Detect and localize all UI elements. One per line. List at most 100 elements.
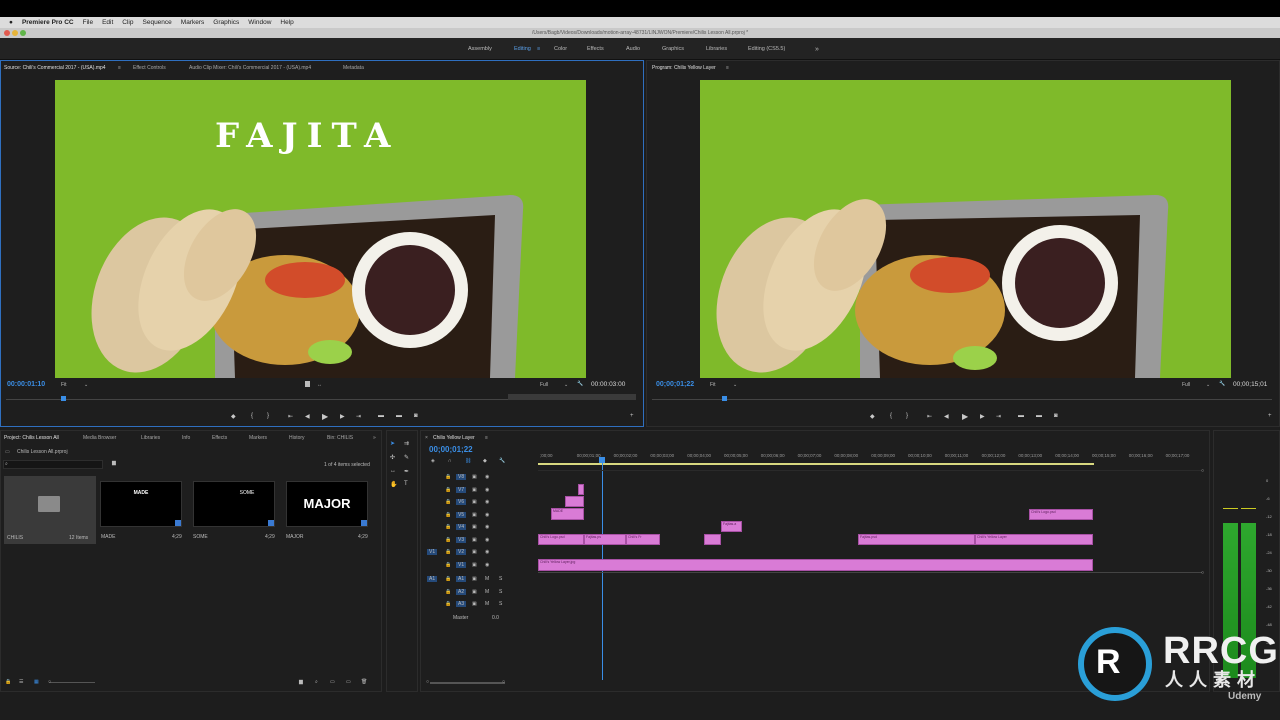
eye-icon[interactable]: ◉: [485, 474, 489, 480]
solo-button[interactable]: S: [499, 589, 502, 595]
hand-tool-icon[interactable]: ✋: [390, 481, 397, 488]
project-item-chilis-bin[interactable]: CHILIS 12 Items: [4, 476, 96, 544]
sync-lock-icon[interactable]: ▣: [472, 562, 477, 568]
solo-button[interactable]: S: [499, 576, 502, 582]
menu-clip[interactable]: Clip: [122, 19, 133, 26]
slider-handle-icon[interactable]: ○: [48, 679, 51, 685]
tab-effects[interactable]: Effects: [212, 435, 227, 441]
tab-history[interactable]: History: [289, 435, 305, 441]
go-to-out-icon[interactable]: ⇥: [356, 413, 361, 420]
chevron-down-icon[interactable]: ⌄: [564, 382, 568, 388]
scroll-handle-icon[interactable]: ○: [1201, 570, 1204, 576]
lock-track-icon[interactable]: 🔒: [445, 589, 451, 595]
find-icon[interactable]: ⌕: [315, 679, 318, 685]
clip-chilis-fr-v3[interactable]: Chili's Fr: [626, 534, 660, 545]
eye-icon[interactable]: ◉: [485, 549, 489, 555]
eye-icon[interactable]: ◉: [485, 512, 489, 518]
lock-track-icon[interactable]: 🔒: [445, 499, 451, 505]
step-forward-icon[interactable]: ▶: [340, 413, 345, 420]
play-icon[interactable]: ▶: [322, 412, 328, 421]
menu-edit[interactable]: Edit: [102, 19, 113, 26]
eye-icon[interactable]: ◉: [485, 562, 489, 568]
work-area-bar[interactable]: [538, 463, 1094, 465]
workspace-audio[interactable]: Audio: [626, 46, 640, 52]
icon-view-icon[interactable]: ▦: [34, 679, 39, 685]
slip-tool-icon[interactable]: ↔: [390, 468, 396, 474]
menu-icon[interactable]: ≡: [118, 65, 121, 71]
type-tool-icon[interactable]: T: [404, 481, 408, 487]
nest-icon[interactable]: ◈: [431, 458, 435, 464]
source-playhead[interactable]: [61, 396, 66, 401]
chevron-down-icon[interactable]: ⌄: [1206, 382, 1210, 388]
razor-tool-icon[interactable]: ✎: [404, 454, 409, 461]
menu-icon[interactable]: ≡: [485, 435, 488, 441]
workspace-editing[interactable]: Editing: [514, 46, 531, 52]
master-volume[interactable]: 0.0: [492, 615, 499, 621]
timeline-vscroll[interactable]: [1200, 466, 1205, 576]
menu-help[interactable]: Help: [280, 19, 293, 26]
new-item-menu-icon[interactable]: ▭: [346, 679, 351, 685]
wrench-icon[interactable]: 🔧: [499, 458, 505, 464]
go-to-in-icon[interactable]: ⇤: [927, 413, 932, 420]
lift-icon[interactable]: ▬: [1018, 413, 1024, 419]
close-icon[interactable]: ×: [425, 435, 428, 441]
timeline-zoom-scroll[interactable]: [430, 682, 505, 684]
menu-markers[interactable]: Markers: [181, 19, 204, 26]
wrench-icon[interactable]: 🔧: [1219, 381, 1225, 387]
sync-lock-icon[interactable]: ▣: [472, 601, 477, 607]
lock-track-icon[interactable]: 🔒: [445, 549, 451, 555]
clip-v3-small[interactable]: [704, 534, 721, 545]
snap-icon[interactable]: ∩: [448, 458, 452, 464]
workspace-editing-cs55[interactable]: Editing (CS5.5): [748, 46, 785, 52]
lock-track-icon[interactable]: 🔒: [445, 524, 451, 530]
go-to-out-icon[interactable]: ⇥: [996, 413, 1001, 420]
export-frame-icon[interactable]: ◙: [414, 413, 418, 419]
scroll-handle-icon[interactable]: ○: [502, 679, 505, 685]
clip-logo-v5[interactable]: Chili's Logo.psd: [1029, 509, 1093, 520]
menu-icon[interactable]: ≡: [726, 65, 729, 71]
linked-selection-icon[interactable]: ⛓: [465, 458, 471, 464]
wrench-icon[interactable]: 🔧: [577, 381, 583, 387]
source-zoom-bar[interactable]: [508, 394, 636, 400]
pen-tool-icon[interactable]: ✒: [404, 468, 409, 475]
insert-icon[interactable]: ▬: [378, 413, 384, 419]
eye-icon[interactable]: ◉: [485, 499, 489, 505]
chevron-down-icon[interactable]: ⌄: [84, 382, 88, 388]
lock-track-icon[interactable]: 🔒: [445, 576, 451, 582]
tab-info[interactable]: Info: [182, 435, 190, 441]
timeline-timecode[interactable]: 00;00;01;22: [429, 445, 473, 454]
tab-libraries[interactable]: Libraries: [141, 435, 160, 441]
scroll-handle-icon[interactable]: ○: [1201, 468, 1204, 474]
sync-lock-icon[interactable]: ▣: [472, 512, 477, 518]
clip-v6[interactable]: [565, 496, 584, 507]
add-button-icon[interactable]: +: [630, 413, 634, 419]
thumbnail-size-slider[interactable]: [49, 682, 95, 683]
export-frame-icon[interactable]: ◙: [1054, 413, 1058, 419]
sync-lock-icon[interactable]: ▣: [472, 576, 477, 582]
source-zoom-select[interactable]: Fit: [61, 382, 67, 388]
tab-markers[interactable]: Markers: [249, 435, 267, 441]
new-item-icon[interactable]: ▭: [330, 679, 335, 685]
app-menu[interactable]: Premiere Pro CC: [22, 19, 74, 26]
close-window-button[interactable]: [4, 30, 10, 36]
mark-in-icon[interactable]: {: [890, 413, 892, 419]
lock-icon[interactable]: 🔒: [5, 679, 11, 685]
step-back-icon[interactable]: ◀: [944, 413, 949, 420]
sync-lock-icon[interactable]: ▣: [472, 487, 477, 493]
add-marker-icon[interactable]: ◆: [483, 458, 487, 464]
project-item-major[interactable]: MAJOR: [286, 481, 368, 527]
trash-icon[interactable]: 🗑: [361, 679, 367, 685]
clip-v1[interactable]: Chili's Yellow Layer.jpg: [538, 559, 1093, 571]
list-view-icon[interactable]: ☰: [19, 679, 23, 685]
sync-lock-icon[interactable]: ▣: [472, 524, 477, 530]
source-timecode[interactable]: 00:00:01:10: [7, 381, 45, 388]
tab-project[interactable]: Project: Chilis Lesson All: [4, 435, 59, 441]
program-timecode[interactable]: 00;00;01;22: [656, 381, 694, 388]
more-tabs-icon[interactable]: »: [373, 435, 376, 441]
play-icon[interactable]: ▶: [962, 412, 968, 421]
add-button-icon[interactable]: +: [1268, 413, 1272, 419]
menu-file[interactable]: File: [83, 19, 93, 26]
lock-track-icon[interactable]: 🔒: [445, 601, 451, 607]
workspace-libraries[interactable]: Libraries: [706, 46, 727, 52]
tab-bin-chilis[interactable]: Bin: CHILIS: [327, 435, 353, 441]
